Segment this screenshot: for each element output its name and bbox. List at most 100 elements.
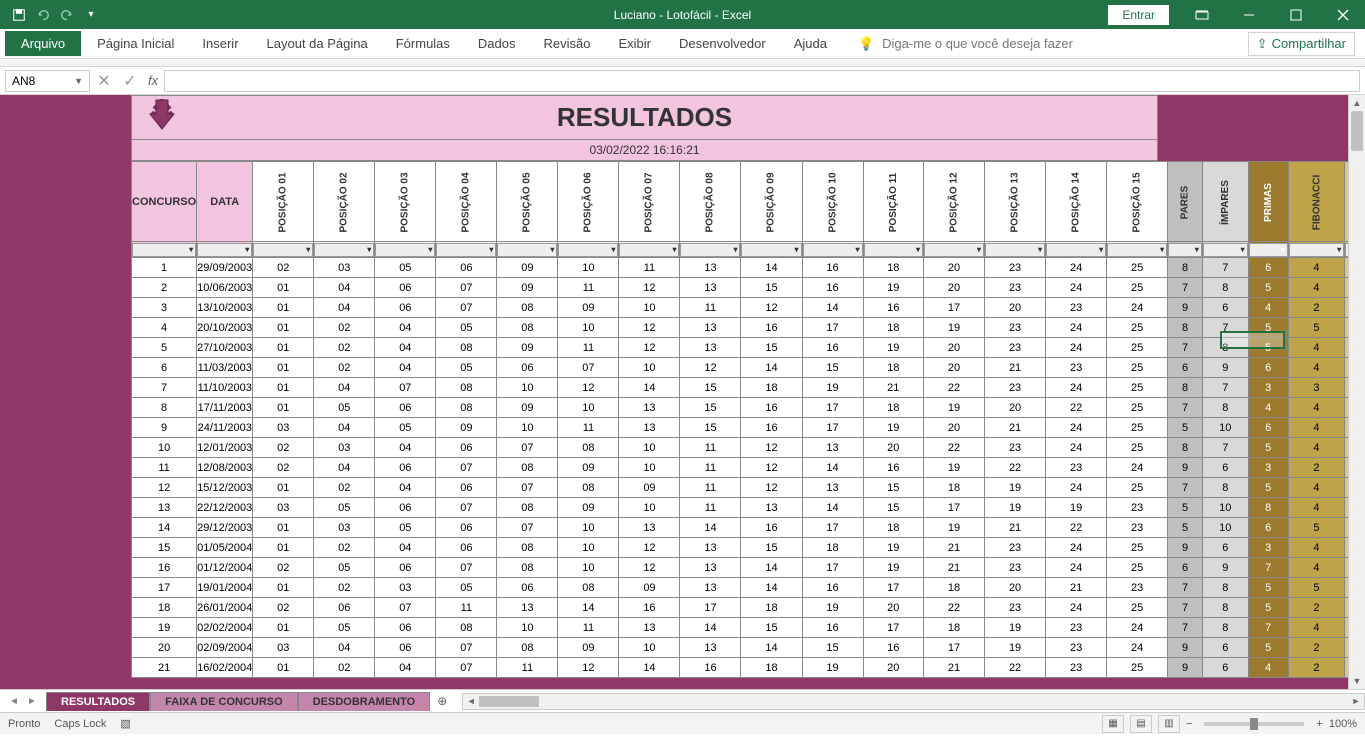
cell-stat[interactable]: 2 xyxy=(1288,598,1345,618)
cell-stat[interactable]: 4 xyxy=(1288,558,1345,578)
cell-pos[interactable]: 24 xyxy=(1046,538,1107,558)
filter-button[interactable]: ▾ xyxy=(1107,243,1167,257)
cell-pos[interactable]: 07 xyxy=(436,638,497,658)
fx-icon[interactable]: fx xyxy=(148,73,158,88)
cell-pos[interactable]: 19 xyxy=(985,478,1046,498)
cell-stat[interactable]: 5 xyxy=(1248,338,1288,358)
cell-stat[interactable]: 9 xyxy=(1168,458,1203,478)
cell-stat[interactable]: 8 xyxy=(1202,578,1248,598)
close-icon[interactable] xyxy=(1320,0,1365,29)
cell-stat[interactable]: 8 xyxy=(1202,338,1248,358)
cell-pos[interactable]: 24 xyxy=(1046,378,1107,398)
cell-pos[interactable]: 06 xyxy=(375,278,436,298)
cell-pos[interactable]: 10 xyxy=(497,618,558,638)
filter-button[interactable]: ▾ xyxy=(864,243,923,257)
cell-pos[interactable]: 13 xyxy=(680,538,741,558)
cell-pos[interactable]: 13 xyxy=(680,278,741,298)
cell-pos[interactable]: 23 xyxy=(985,278,1046,298)
filter-button[interactable]: ▾ xyxy=(924,243,984,257)
cell-stat[interactable]: 3 xyxy=(1248,458,1288,478)
cell-pos[interactable]: 15 xyxy=(802,638,863,658)
view-page-layout-icon[interactable]: ▤ xyxy=(1130,715,1152,733)
save-icon[interactable] xyxy=(8,4,30,26)
cell-stat[interactable]: 5 xyxy=(1248,278,1288,298)
cell-stat[interactable]: 4 xyxy=(1288,278,1345,298)
cell-concurso[interactable]: 15 xyxy=(132,538,197,558)
cell-concurso[interactable]: 2 xyxy=(132,278,197,298)
cell-pos[interactable]: 04 xyxy=(314,278,375,298)
cell-stat[interactable]: 4 xyxy=(1248,658,1288,678)
cell-pos[interactable]: 16 xyxy=(802,578,863,598)
cell-stat[interactable]: 8 xyxy=(1168,258,1203,278)
cell-pos[interactable]: 08 xyxy=(497,298,558,318)
cell-pos[interactable]: 11 xyxy=(558,278,619,298)
cell-pos[interactable]: 23 xyxy=(985,378,1046,398)
cell-pos[interactable]: 14 xyxy=(802,458,863,478)
cell-pos[interactable]: 19 xyxy=(924,318,985,338)
cell-pos[interactable]: 14 xyxy=(741,258,802,278)
cell-pos[interactable]: 16 xyxy=(863,458,923,478)
cell-pos[interactable]: 11 xyxy=(680,458,741,478)
cell-data[interactable]: 01/05/2004 xyxy=(197,538,253,558)
cell-pos[interactable]: 24 xyxy=(1046,418,1107,438)
refresh-arrow-icon[interactable] xyxy=(142,95,182,134)
cell-pos[interactable]: 01 xyxy=(253,338,314,358)
cell-pos[interactable]: 11 xyxy=(680,478,741,498)
cell-pos[interactable]: 09 xyxy=(436,418,497,438)
cell-pos[interactable]: 06 xyxy=(497,578,558,598)
cell-pos[interactable]: 06 xyxy=(375,458,436,478)
minimize-icon[interactable] xyxy=(1226,0,1271,29)
cell-pos[interactable]: 07 xyxy=(436,298,497,318)
cell-pos[interactable]: 18 xyxy=(863,398,923,418)
cell-stat[interactable]: 7 xyxy=(1168,598,1203,618)
tab-ajuda[interactable]: Ajuda xyxy=(782,31,839,56)
cell-pos[interactable]: 23 xyxy=(985,438,1046,458)
tab-desenvolvedor[interactable]: Desenvolvedor xyxy=(667,31,778,56)
cell-pos[interactable]: 11 xyxy=(619,258,680,278)
cell-pos[interactable]: 04 xyxy=(375,478,436,498)
cell-stat[interactable]: 5 xyxy=(1168,518,1203,538)
cell-stat[interactable]: 3 xyxy=(1288,378,1345,398)
cell-pos[interactable]: 02 xyxy=(314,538,375,558)
cell-stat[interactable]: 4 xyxy=(1288,478,1345,498)
tab-inserir[interactable]: Inserir xyxy=(190,31,250,56)
chevron-down-icon[interactable]: ▼ xyxy=(74,76,83,86)
cell-pos[interactable]: 16 xyxy=(802,338,863,358)
cell-pos[interactable]: 09 xyxy=(558,498,619,518)
filter-button[interactable]: ▾ xyxy=(1203,243,1248,257)
cell-pos[interactable]: 24 xyxy=(1046,478,1107,498)
cell-pos[interactable]: 01 xyxy=(253,318,314,338)
cell-pos[interactable]: 23 xyxy=(1046,638,1107,658)
cell-stat[interactable]: 10 xyxy=(1202,518,1248,538)
cell-pos[interactable]: 14 xyxy=(619,378,680,398)
scroll-up-icon[interactable]: ▲ xyxy=(1349,95,1365,111)
cell-data[interactable]: 16/02/2004 xyxy=(197,658,253,678)
cell-concurso[interactable]: 4 xyxy=(132,318,197,338)
tell-me-search[interactable]: 💡 Diga-me o que você deseja fazer xyxy=(858,36,1073,52)
cell-pos[interactable]: 15 xyxy=(741,278,802,298)
cell-pos[interactable]: 02 xyxy=(314,478,375,498)
cell-pos[interactable]: 25 xyxy=(1107,598,1168,618)
cell-stat[interactable]: 2 xyxy=(1288,638,1345,658)
cell-pos[interactable]: 24 xyxy=(1046,278,1107,298)
cell-stat[interactable]: 4 xyxy=(1288,398,1345,418)
cell-pos[interactable]: 13 xyxy=(680,318,741,338)
cell-pos[interactable]: 13 xyxy=(680,258,741,278)
cell-data[interactable]: 20/10/2003 xyxy=(197,318,253,338)
cell-pos[interactable]: 08 xyxy=(558,578,619,598)
cell-pos[interactable]: 05 xyxy=(436,578,497,598)
cell-pos[interactable]: 16 xyxy=(741,398,802,418)
cell-stat[interactable]: 9 xyxy=(1168,658,1203,678)
cancel-formula-icon[interactable]: ✕ xyxy=(92,70,116,92)
cell-pos[interactable]: 01 xyxy=(253,518,314,538)
cell-pos[interactable]: 07 xyxy=(436,498,497,518)
cell-pos[interactable]: 04 xyxy=(314,378,375,398)
cell-pos[interactable]: 10 xyxy=(558,538,619,558)
cell-pos[interactable]: 12 xyxy=(619,338,680,358)
cell-pos[interactable]: 03 xyxy=(253,638,314,658)
cell-pos[interactable]: 02 xyxy=(253,438,314,458)
scroll-thumb[interactable] xyxy=(1351,111,1363,151)
cell-pos[interactable]: 20 xyxy=(924,278,985,298)
cell-pos[interactable]: 19 xyxy=(985,618,1046,638)
cell-stat[interactable]: 8 xyxy=(1202,278,1248,298)
